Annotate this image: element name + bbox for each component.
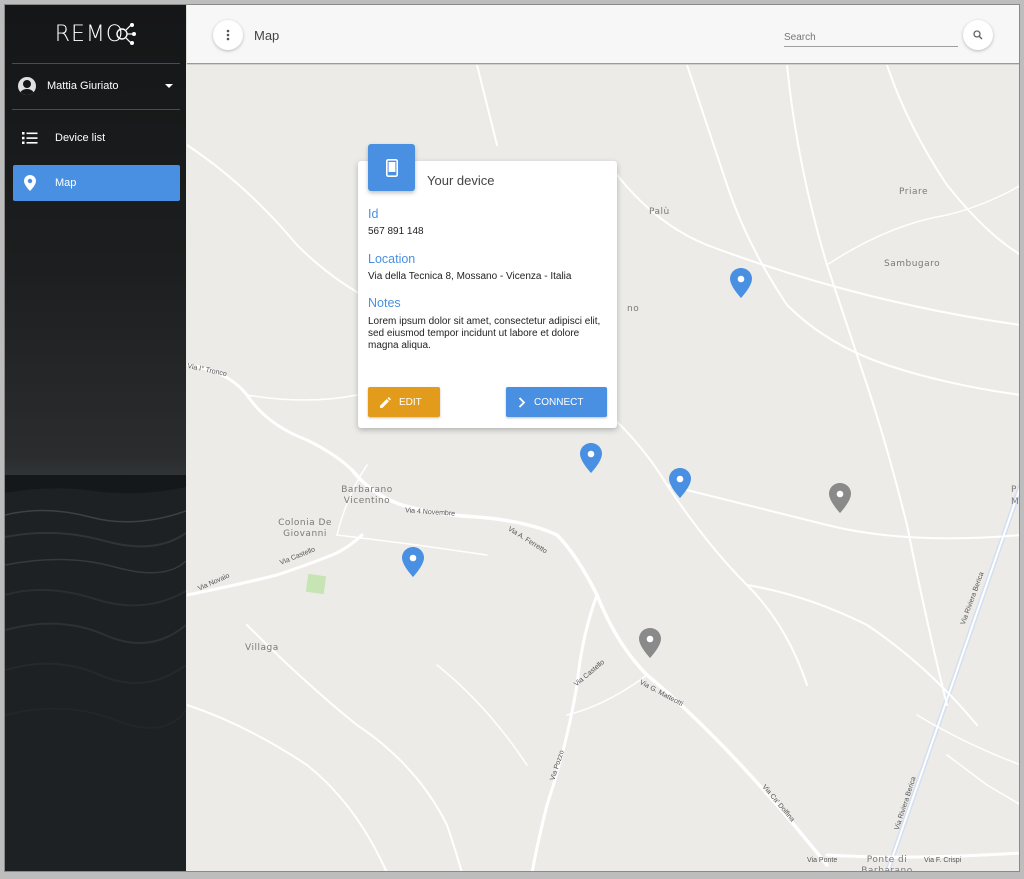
card-title: Your device <box>427 173 495 188</box>
search-input[interactable] <box>784 29 958 47</box>
location-value: Via della Tecnica 8, Mossano - Vicenza -… <box>368 271 572 282</box>
app-logo[interactable]: REMO <box>5 5 186 63</box>
place-label-partial: M <box>1011 497 1020 507</box>
more-vertical-icon <box>226 29 230 41</box>
chevron-right-icon <box>518 396 526 408</box>
place-label-partial: no <box>627 304 640 314</box>
sidebar-divider <box>12 109 180 110</box>
pencil-icon <box>380 396 391 408</box>
search-icon <box>973 30 983 40</box>
place-label-sambugaro: Sambugaro <box>884 259 941 269</box>
edit-button[interactable]: EDIT <box>368 387 440 417</box>
more-options-button[interactable] <box>213 20 243 50</box>
edit-button-label: EDIT <box>399 396 422 408</box>
sidebar-divider <box>12 63 180 64</box>
connect-button-label: CONNECT <box>534 396 584 408</box>
smartphone-icon <box>368 144 415 191</box>
search-button[interactable] <box>963 20 993 50</box>
device-pin-active[interactable] <box>730 268 752 298</box>
place-label-partial: P <box>1011 485 1017 495</box>
account-circle-icon <box>18 77 36 95</box>
device-pin-active[interactable] <box>402 547 424 577</box>
place-label-palu: Palù <box>649 207 670 217</box>
device-pin-active[interactable] <box>669 468 691 498</box>
device-info-card: Your device Id 567 891 148 Location Via … <box>358 144 617 428</box>
network-nodes-icon <box>116 23 137 45</box>
sidebar-item-map[interactable]: Map <box>13 165 180 201</box>
place-label-barbarano-vicentino: Barbarano Vicentino <box>341 485 393 506</box>
top-bar: Map <box>187 5 1019 64</box>
page-title: Map <box>254 28 280 43</box>
device-pin-inactive[interactable] <box>639 628 661 658</box>
device-pin-inactive[interactable] <box>829 483 851 513</box>
user-name: Mattia Giuriato <box>47 80 119 92</box>
place-label-villaga: Villaga <box>245 643 279 653</box>
device-pin-active[interactable] <box>580 443 602 473</box>
map-pin-icon <box>22 175 38 191</box>
notes-label: Notes <box>368 296 401 310</box>
place-label-ponte-di-barbarano: Ponte di Barbarano <box>861 855 913 872</box>
sidebar-item-label: Device list <box>55 132 106 144</box>
user-menu[interactable]: Mattia Giuriato <box>13 71 178 101</box>
connect-button[interactable]: CONNECT <box>506 387 607 417</box>
id-label: Id <box>368 207 379 221</box>
sidebar-item-device-list[interactable]: Device list <box>13 120 180 156</box>
notes-value: Lorem ipsum dolor sit amet, consectetur … <box>368 316 601 351</box>
sidebar-item-label: Map <box>55 177 77 189</box>
caret-down-icon <box>165 84 173 88</box>
list-icon <box>22 130 38 146</box>
location-label: Location <box>368 252 416 266</box>
street-label: Via Ponte <box>807 857 838 864</box>
place-label-colonia-de-giovanni: Colonia De Giovanni <box>278 518 332 539</box>
app-window: REMO Mattia Giuriato Device list Map Map… <box>4 4 1020 872</box>
sidebar-sea-background <box>5 475 186 871</box>
street-label: Via F. Crispi <box>924 857 962 864</box>
sidebar: REMO Mattia Giuriato Device list Map <box>5 5 186 871</box>
place-label-priare: Priare <box>899 187 929 197</box>
id-value: 567 891 148 <box>368 226 424 237</box>
